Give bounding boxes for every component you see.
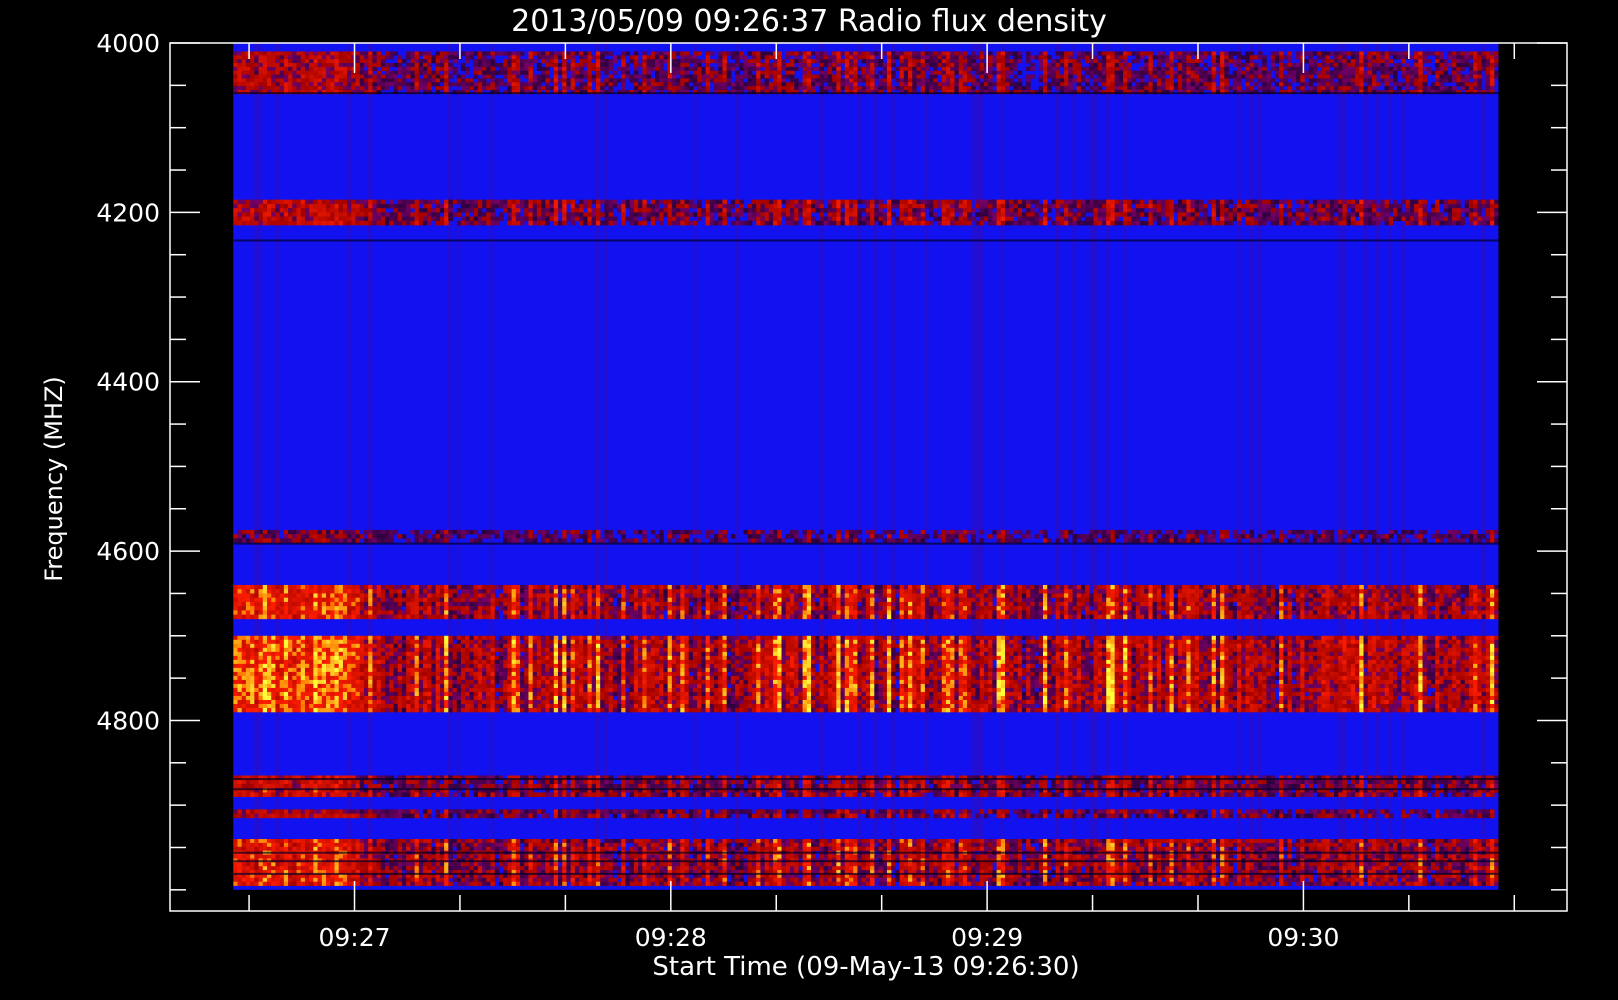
heatmap-area (233, 43, 1499, 890)
y-tick-label: 4200 (96, 198, 160, 227)
x-tick-label: 09:29 (951, 923, 1023, 952)
y-tick-label: 4000 (96, 29, 160, 58)
x-tick-label: 09:27 (318, 923, 390, 952)
chart-title: 2013/05/09 09:26:37 Radio flux density (511, 4, 1107, 39)
y-axis-label: Frequency (MHZ) (40, 376, 68, 582)
y-tick-label: 4800 (96, 706, 160, 735)
y-tick-label: 4400 (96, 368, 160, 397)
y-tick-label: 4600 (96, 537, 160, 566)
heatmap-background (233, 43, 1499, 890)
x-axis-label: Start Time (09-May-13 09:26:30) (652, 952, 1079, 982)
x-tick-label: 09:28 (635, 923, 707, 952)
x-tick-label: 09:30 (1267, 923, 1339, 952)
spectrogram-chart: 2013/05/09 09:26:37 Radio flux density 4… (40, 4, 1568, 982)
